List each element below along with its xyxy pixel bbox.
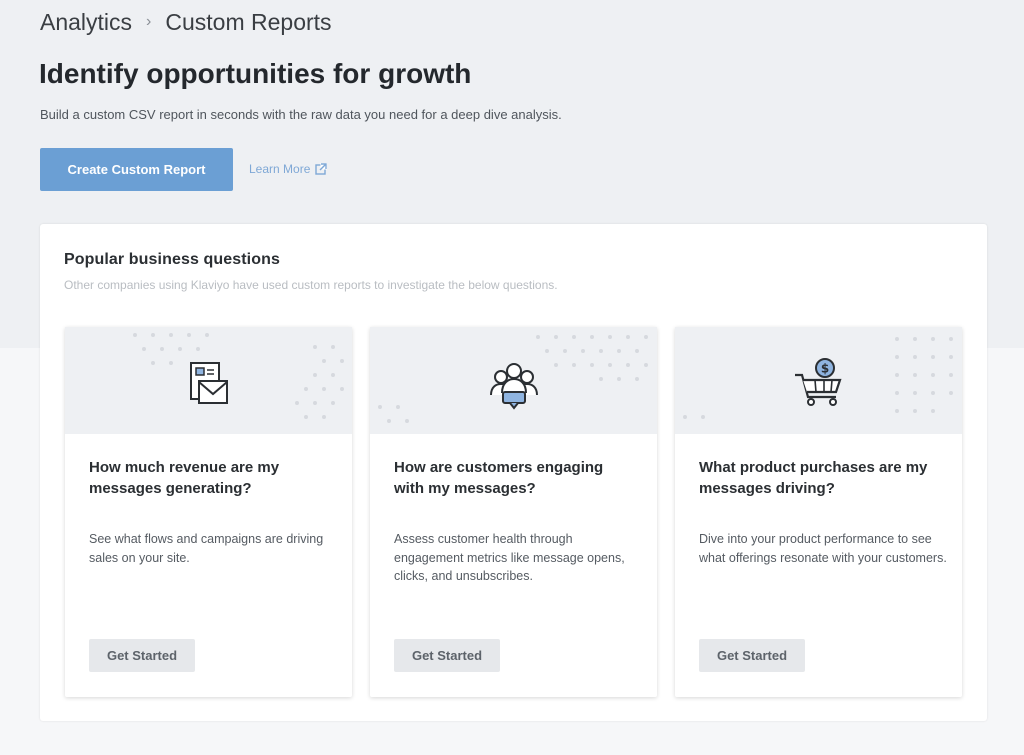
learn-more-link[interactable]: Learn More bbox=[249, 162, 328, 176]
question-card-purchases: $ What product purchases are my messages… bbox=[675, 327, 962, 697]
card-hero: $ bbox=[675, 327, 962, 434]
email-newsletter-icon bbox=[189, 362, 228, 404]
get-started-button[interactable]: Get Started bbox=[89, 639, 195, 672]
customers-chat-icon bbox=[489, 363, 538, 410]
card-description: See what flows and campaigns are driving… bbox=[89, 532, 324, 565]
create-custom-report-button[interactable]: Create Custom Report bbox=[40, 148, 233, 191]
external-link-icon bbox=[315, 163, 328, 175]
question-card-engagement: How are customers engaging with my messa… bbox=[370, 327, 657, 697]
shopping-cart-dollar-icon: $ bbox=[794, 358, 842, 406]
popular-questions-panel: Popular business questions Other compani… bbox=[40, 224, 987, 721]
breadcrumb-current: Custom Reports bbox=[165, 9, 332, 35]
card-hero bbox=[65, 327, 352, 434]
breadcrumb-analytics-link[interactable]: Analytics bbox=[40, 9, 132, 36]
card-description: Assess customer health through engagemen… bbox=[394, 532, 625, 583]
page-title: Identify opportunities for growth bbox=[39, 58, 472, 89]
card-question: How much revenue are my messages generat… bbox=[89, 459, 280, 497]
learn-more-label: Learn More bbox=[249, 162, 311, 176]
question-card-revenue: How much revenue are my messages generat… bbox=[65, 327, 352, 697]
breadcrumb: Analytics › Custom Reports bbox=[40, 9, 332, 36]
card-description: Dive into your product performance to se… bbox=[699, 532, 947, 565]
chevron-right-icon: › bbox=[146, 12, 152, 30]
panel-title: Popular business questions bbox=[64, 251, 280, 268]
get-started-button[interactable]: Get Started bbox=[394, 639, 500, 672]
page-subtitle: Build a custom CSV report in seconds wit… bbox=[40, 107, 562, 122]
card-hero bbox=[370, 327, 657, 434]
panel-subtitle: Other companies using Klaviyo have used … bbox=[64, 278, 558, 292]
card-question: What product purchases are my messages d… bbox=[699, 459, 928, 497]
svg-text:$: $ bbox=[820, 362, 828, 376]
get-started-button[interactable]: Get Started bbox=[699, 639, 805, 672]
card-question: How are customers engaging with my messa… bbox=[394, 459, 604, 497]
